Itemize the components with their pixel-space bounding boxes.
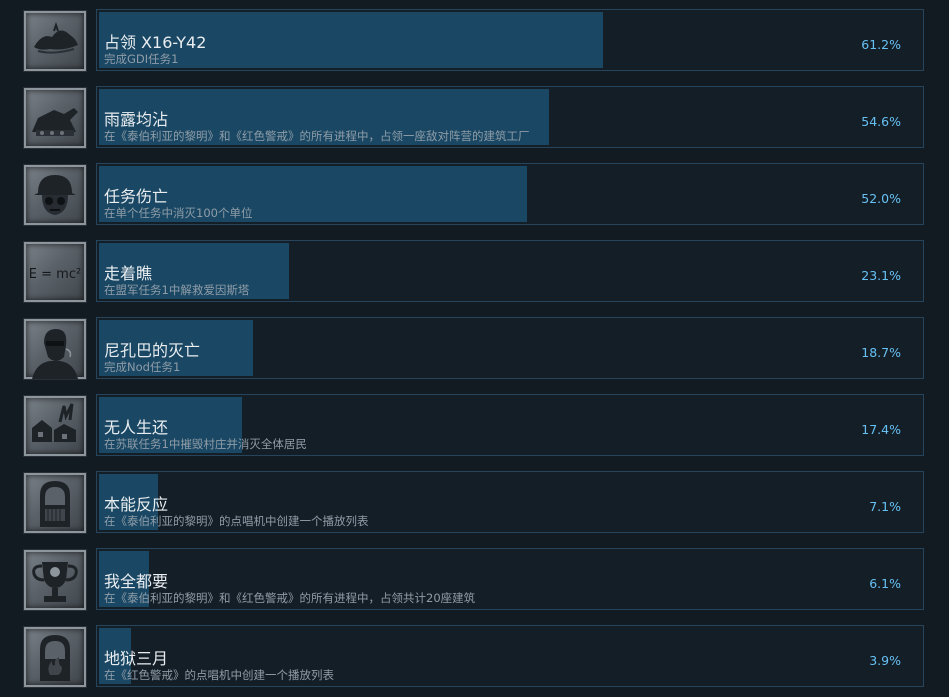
tank-icon: [23, 87, 87, 149]
progress-bar: 无人生还 在苏联任务1中摧毁村庄并消灭全体居民 17.4%: [96, 394, 924, 456]
progress-bar: 本能反应 在《泰伯利亚的黎明》的点唱机中创建一个播放列表 7.1%: [96, 471, 924, 533]
achievement-percent: 7.1%: [869, 499, 901, 514]
island-icon: [23, 10, 87, 72]
achievement-description: 在《泰伯利亚的黎明》和《红色警戒》的所有进程中，占领一座敌对阵营的建筑工厂: [104, 129, 530, 143]
achievement-percent: 23.1%: [861, 268, 901, 283]
achievement-percent: 3.9%: [869, 653, 901, 668]
trophy-icon: [23, 549, 87, 611]
achievement-percent: 6.1%: [869, 576, 901, 591]
achievement-list: 占领 X16-Y42 完成GDI任务1 61.2% 雨露均沾 在《泰伯利亚的黎明…: [0, 0, 949, 697]
commander-portrait-icon: [23, 318, 87, 380]
burning-village-icon: [23, 395, 87, 457]
achievement-description: 完成Nod任务1: [104, 360, 181, 374]
achievement-row[interactable]: 任务伤亡 在单个任务中消灭100个单位 52.0%: [0, 154, 949, 226]
achievement-row[interactable]: 地狱三月 在《红色警戒》的点唱机中创建一个播放列表 3.9%: [0, 616, 949, 688]
achievement-title: 无人生还: [104, 418, 169, 437]
achievement-title: 任务伤亡: [104, 187, 169, 206]
achievement-row[interactable]: 无人生还 在苏联任务1中摧毁村庄并消灭全体居民 17.4%: [0, 385, 949, 457]
achievement-percent: 17.4%: [861, 422, 901, 437]
svg-text:E = mc²: E = mc²: [29, 267, 81, 282]
achievement-title: 尼孔巴的灭亡: [104, 341, 201, 360]
achievement-title: 占领 X16-Y42: [104, 33, 207, 52]
achievement-title: 地狱三月: [104, 649, 169, 668]
progress-bar: 雨露均沾 在《泰伯利亚的黎明》和《红色警戒》的所有进程中，占领一座敌对阵营的建筑…: [96, 86, 924, 148]
achievement-title: 我全都要: [104, 572, 169, 591]
progress-bar: 走着瞧 在盟军任务1中解救爱因斯塔 23.1%: [96, 240, 924, 302]
progress-bar: 地狱三月 在《红色警戒》的点唱机中创建一个播放列表 3.9%: [96, 625, 924, 687]
achievement-percent: 54.6%: [861, 114, 901, 129]
achievement-title: 雨露均沾: [104, 110, 169, 129]
achievement-description: 在《泰伯利亚的黎明》和《红色警戒》的所有进程中，占领共计20座建筑: [104, 591, 476, 605]
achievement-percent: 52.0%: [861, 191, 901, 206]
jukebox-flame-icon: [23, 626, 87, 688]
achievement-title: 本能反应: [104, 495, 169, 514]
progress-bar: 尼孔巴的灭亡 完成Nod任务1 18.7%: [96, 317, 924, 379]
achievement-description: 完成GDI任务1: [104, 52, 179, 66]
helmet-skull-icon: [23, 164, 87, 226]
achievement-description: 在《红色警戒》的点唱机中创建一个播放列表: [104, 668, 334, 682]
progress-bar: 我全都要 在《泰伯利亚的黎明》和《红色警戒》的所有进程中，占领共计20座建筑 6…: [96, 548, 924, 610]
achievement-row[interactable]: 我全都要 在《泰伯利亚的黎明》和《红色警戒》的所有进程中，占领共计20座建筑 6…: [0, 539, 949, 611]
achievement-row[interactable]: E = mc² 走着瞧 在盟军任务1中解救爱因斯塔 23.1%: [0, 231, 949, 303]
progress-bar: 占领 X16-Y42 完成GDI任务1 61.2%: [96, 9, 924, 71]
achievement-row[interactable]: 尼孔巴的灭亡 完成Nod任务1 18.7%: [0, 308, 949, 380]
achievement-description: 在《泰伯利亚的黎明》的点唱机中创建一个播放列表: [104, 514, 369, 528]
achievement-row[interactable]: 雨露均沾 在《泰伯利亚的黎明》和《红色警戒》的所有进程中，占领一座敌对阵营的建筑…: [0, 77, 949, 149]
achievement-row[interactable]: 占领 X16-Y42 完成GDI任务1 61.2%: [0, 0, 949, 72]
achievement-title: 走着瞧: [104, 264, 153, 283]
achievement-row[interactable]: 本能反应 在《泰伯利亚的黎明》的点唱机中创建一个播放列表 7.1%: [0, 462, 949, 534]
formula-icon: E = mc²: [23, 241, 87, 303]
achievement-description: 在盟军任务1中解救爱因斯塔: [104, 283, 250, 297]
achievement-description: 在单个任务中消灭100个单位: [104, 206, 253, 220]
achievement-percent: 18.7%: [861, 345, 901, 360]
achievement-description: 在苏联任务1中摧毁村庄并消灭全体居民: [104, 437, 307, 451]
jukebox-icon: [23, 472, 87, 534]
achievement-percent: 61.2%: [861, 37, 901, 52]
progress-bar: 任务伤亡 在单个任务中消灭100个单位 52.0%: [96, 163, 924, 225]
